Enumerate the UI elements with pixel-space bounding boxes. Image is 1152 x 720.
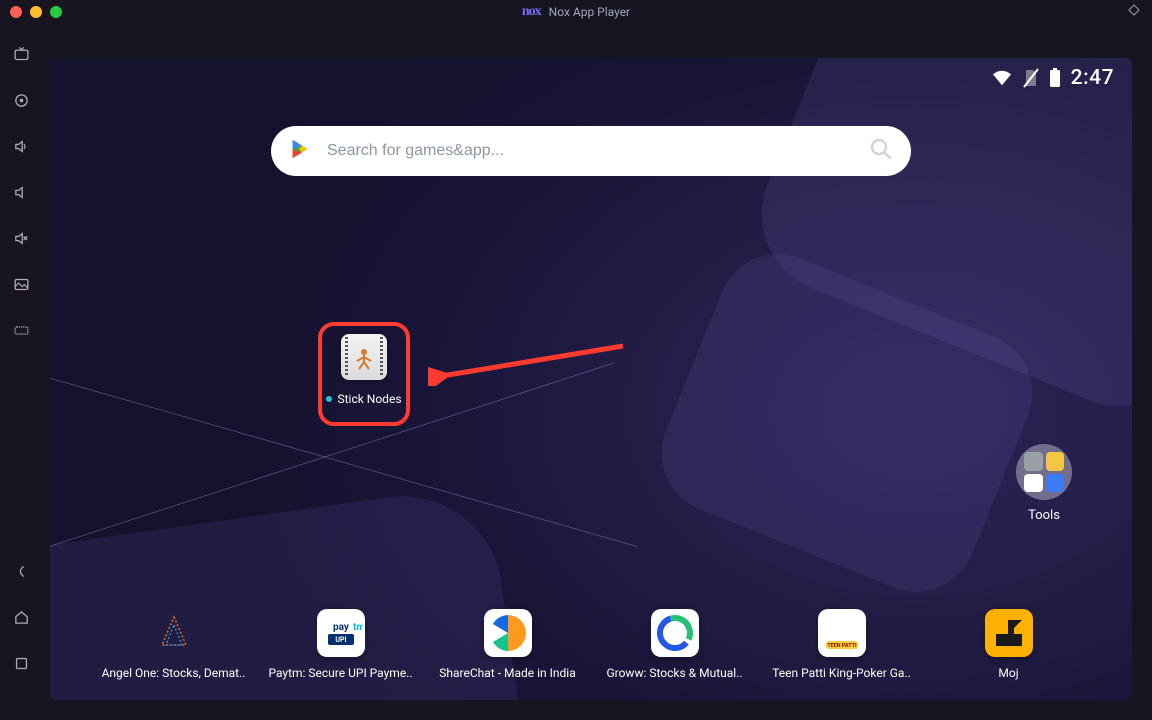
close-window-icon[interactable] bbox=[10, 6, 22, 18]
groww-icon bbox=[651, 609, 699, 657]
app-label: Angel One: Stocks, Demat.. bbox=[102, 666, 246, 680]
search-icon[interactable] bbox=[869, 137, 893, 165]
svg-text:tm: tm bbox=[353, 622, 363, 633]
play-store-icon bbox=[289, 138, 311, 164]
paytm-icon: paytm UPI bbox=[317, 609, 365, 657]
annotation-arrow bbox=[428, 342, 628, 386]
app-label: Groww: Stocks & Mutual.. bbox=[606, 666, 742, 680]
recent-icon[interactable] bbox=[13, 655, 30, 672]
nox-logo: nox bbox=[522, 4, 541, 20]
svg-text:UPI: UPI bbox=[335, 636, 346, 644]
clock: 2:47 bbox=[1071, 66, 1114, 90]
angel-one-icon bbox=[150, 609, 198, 657]
app-label: Teen Patti King-Poker Ga.. bbox=[772, 666, 911, 680]
tools-folder[interactable]: Tools bbox=[1016, 444, 1072, 523]
gallery-icon[interactable] bbox=[13, 276, 30, 293]
volume-mute-icon[interactable] bbox=[13, 230, 30, 247]
app-label: Paytm: Secure UPI Payme.. bbox=[268, 666, 412, 680]
app-angel-one[interactable]: Angel One: Stocks, Demat.. bbox=[94, 609, 254, 680]
highlighted-app[interactable]: Stick Nodes bbox=[318, 322, 410, 426]
location-icon[interactable] bbox=[13, 92, 30, 109]
titlebar-menu-icon[interactable] bbox=[1128, 4, 1140, 20]
home-icon[interactable] bbox=[13, 609, 30, 626]
keyboard-icon[interactable] bbox=[13, 322, 30, 339]
sharechat-icon bbox=[484, 609, 532, 657]
android-screen: 2:47 bbox=[50, 58, 1132, 700]
app-label: ShareChat - Made in India bbox=[439, 666, 575, 680]
window-controls[interactable] bbox=[10, 6, 62, 18]
search-input[interactable] bbox=[327, 142, 859, 160]
volume-up-icon[interactable] bbox=[13, 138, 30, 155]
svg-text:pay: pay bbox=[333, 622, 350, 633]
titlebar: nox Nox App Player bbox=[0, 0, 1152, 24]
search-bar[interactable] bbox=[271, 126, 911, 176]
left-toolbar bbox=[0, 24, 42, 720]
app-groww[interactable]: Groww: Stocks & Mutual.. bbox=[595, 609, 755, 680]
volume-down-icon[interactable] bbox=[13, 184, 30, 201]
minimize-window-icon[interactable] bbox=[30, 6, 42, 18]
app-label: Stick Nodes bbox=[337, 392, 401, 406]
stick-nodes-icon[interactable] bbox=[341, 334, 387, 380]
android-status-bar: 2:47 bbox=[991, 66, 1114, 90]
notification-dot bbox=[326, 396, 332, 402]
app-moj[interactable]: Moj bbox=[929, 609, 1089, 680]
maximize-window-icon[interactable] bbox=[50, 6, 62, 18]
app-dock: Angel One: Stocks, Demat.. paytm UPI Pay… bbox=[50, 609, 1132, 680]
teen-patti-icon: TEEN PATTI bbox=[818, 609, 866, 657]
app-sharechat[interactable]: ShareChat - Made in India bbox=[428, 609, 588, 680]
tv-icon[interactable] bbox=[13, 46, 30, 63]
app-teen-patti[interactable]: TEEN PATTI Teen Patti King-Poker Ga.. bbox=[762, 609, 922, 680]
moj-icon bbox=[985, 609, 1033, 657]
back-icon[interactable] bbox=[13, 563, 30, 580]
folder-label: Tools bbox=[1028, 508, 1060, 523]
no-sim-icon bbox=[1023, 68, 1039, 88]
svg-text:TEEN PATTI: TEEN PATTI bbox=[827, 643, 857, 649]
folder-icon[interactable] bbox=[1016, 444, 1072, 500]
app-paytm[interactable]: paytm UPI Paytm: Secure UPI Payme.. bbox=[261, 609, 421, 680]
wifi-icon bbox=[991, 69, 1013, 87]
battery-icon bbox=[1049, 68, 1061, 88]
window-title: Nox App Player bbox=[549, 5, 630, 19]
app-label: Moj bbox=[998, 666, 1018, 680]
